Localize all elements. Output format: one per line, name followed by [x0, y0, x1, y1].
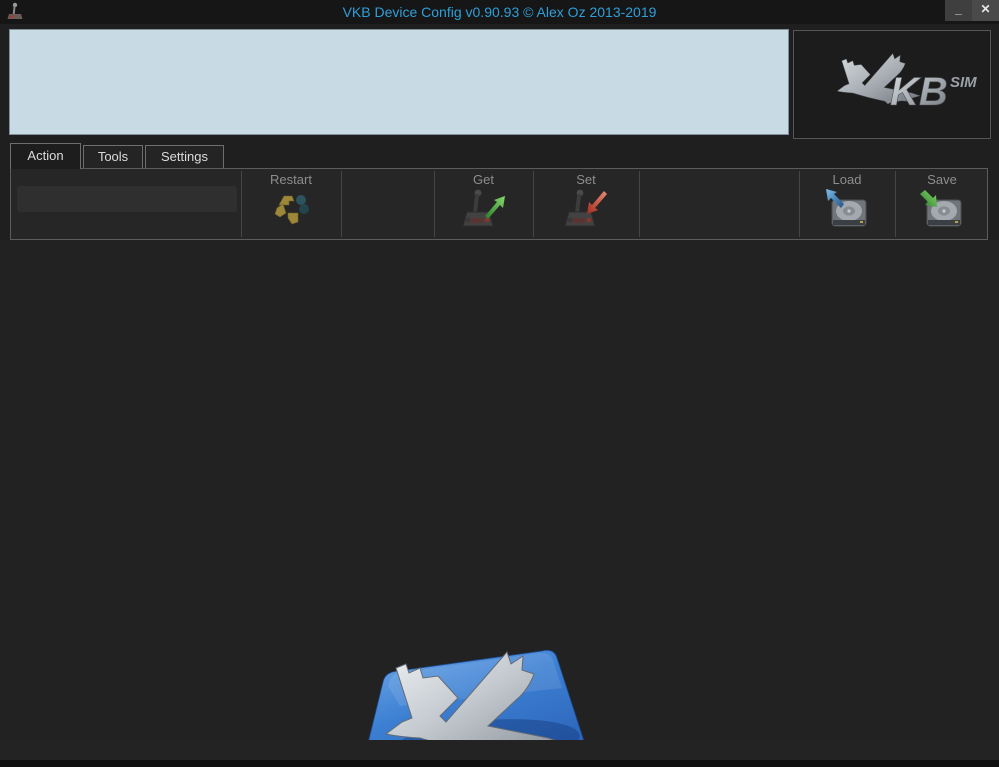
- toolbar-separator: [639, 171, 640, 237]
- get-label: Get: [435, 172, 532, 187]
- tab-tools[interactable]: Tools: [83, 145, 143, 169]
- vkbsim-logo: KB SIM: [794, 31, 990, 138]
- brand-panel: KB SIM: [793, 30, 991, 139]
- brand-sim-text: SIM: [950, 74, 977, 91]
- app-window: VKB Device Config v0.90.93 © Alex Oz 201…: [0, 0, 999, 767]
- brand-kb-text: KB: [890, 70, 948, 114]
- hdd-load-icon: [824, 188, 870, 232]
- main-canvas: [0, 240, 999, 760]
- tab-settings[interactable]: Settings: [145, 145, 224, 169]
- action-toolbar: Restart Get: [10, 168, 988, 240]
- set-button[interactable]: Set: [534, 169, 638, 239]
- device-list[interactable]: [9, 29, 789, 135]
- set-label: Set: [534, 172, 638, 187]
- device-selector[interactable]: [17, 186, 237, 212]
- restart-recycle-icon: [270, 188, 312, 230]
- tab-action[interactable]: Action: [10, 143, 81, 169]
- minimize-button[interactable]: _: [945, 0, 972, 21]
- window-controls: _ ✕: [945, 0, 999, 21]
- joystick-get-icon: [461, 188, 507, 232]
- restart-button[interactable]: Restart: [242, 169, 340, 239]
- load-button[interactable]: Load: [800, 169, 894, 239]
- close-button[interactable]: ✕: [972, 0, 999, 21]
- window-title: VKB Device Config v0.90.93 © Alex Oz 201…: [0, 0, 999, 24]
- title-bar: VKB Device Config v0.90.93 © Alex Oz 201…: [0, 0, 999, 24]
- get-button[interactable]: Get: [435, 169, 532, 239]
- save-label: Save: [896, 172, 988, 187]
- restart-label: Restart: [242, 172, 340, 187]
- load-label: Load: [800, 172, 894, 187]
- window-bottom-edge: [0, 760, 999, 767]
- save-button[interactable]: Save: [896, 169, 988, 239]
- hdd-save-icon: [919, 188, 965, 232]
- status-bar: [0, 740, 999, 760]
- joystick-set-icon: [563, 188, 609, 232]
- toolbar-separator: [341, 171, 342, 237]
